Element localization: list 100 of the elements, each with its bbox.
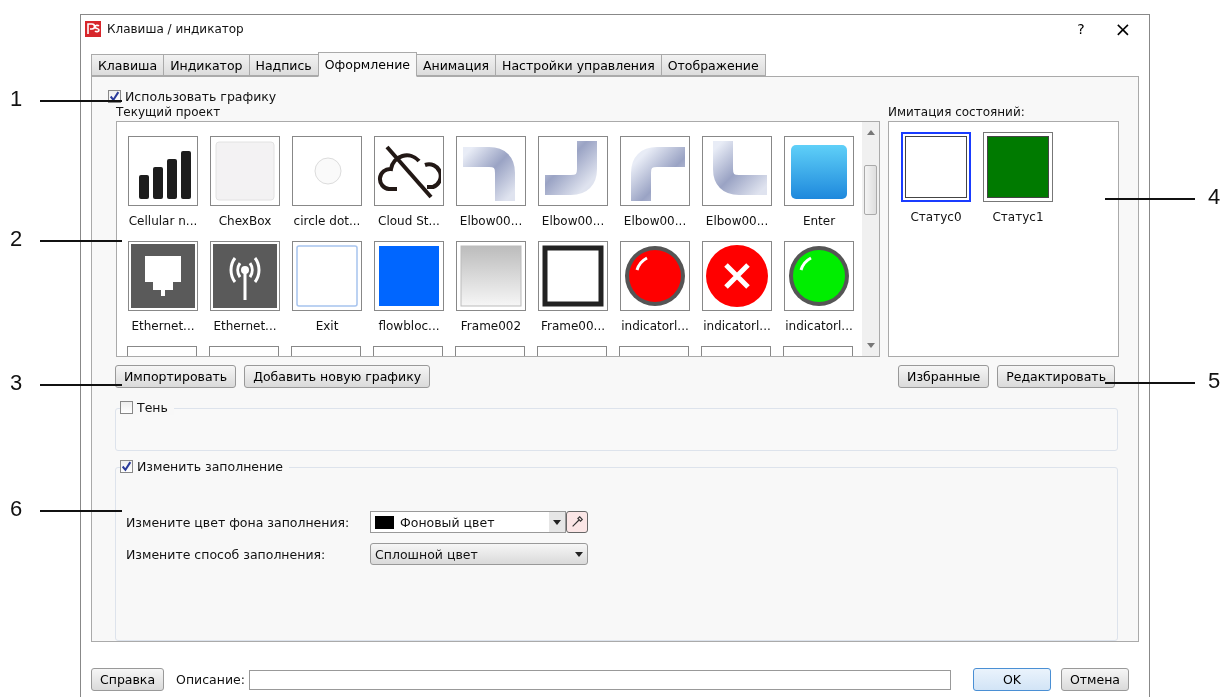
cloud-off-icon xyxy=(377,145,441,199)
ethernet-port-icon xyxy=(131,244,195,308)
tab[interactable]: Отображение xyxy=(660,54,766,76)
close-button[interactable]: × xyxy=(1105,16,1141,42)
rounded-square-icon xyxy=(791,145,847,199)
graphic-tile[interactable] xyxy=(537,346,607,356)
edit-button[interactable]: Редактировать xyxy=(997,365,1115,389)
graphic-tile[interactable] xyxy=(292,136,362,206)
tile-label: indicatorl... xyxy=(703,319,771,333)
gradient-frame-icon xyxy=(460,245,522,307)
tile-label: Elbow00... xyxy=(541,214,605,228)
favorites-button[interactable]: Избранные xyxy=(898,365,990,389)
help-button[interactable]: ? xyxy=(1063,20,1099,38)
tile-label: circle dot... xyxy=(293,214,361,228)
graphic-tile[interactable] xyxy=(210,136,280,206)
tile-label: Ethernet... xyxy=(131,319,195,333)
color-dropdown[interactable]: Фоновый цвет xyxy=(370,511,566,534)
graphic-tile[interactable] xyxy=(374,241,444,311)
scroll-thumb[interactable] xyxy=(864,165,877,215)
scrollbar[interactable] xyxy=(862,122,879,356)
circle-icon xyxy=(314,157,342,185)
graphic-tile[interactable] xyxy=(619,346,689,356)
callout-number: 3 xyxy=(10,370,23,396)
state-label: Статус0 xyxy=(910,210,962,224)
graphic-tile[interactable] xyxy=(702,136,772,206)
tile-label: flowbloc... xyxy=(378,319,440,333)
graphic-tile[interactable] xyxy=(620,241,690,311)
signal-bars-icon xyxy=(139,151,191,199)
callout-number: 6 xyxy=(10,496,23,522)
callout-number: 1 xyxy=(10,86,23,112)
tile-label: Elbow00... xyxy=(705,214,769,228)
graphic-tile[interactable] xyxy=(455,346,525,356)
tab[interactable]: Клавиша xyxy=(91,54,165,76)
dropdown-arrow-icon xyxy=(553,519,561,525)
checkbox[interactable] xyxy=(120,460,133,474)
callout-number: 5 xyxy=(1208,368,1221,394)
add-graphic-button[interactable]: Добавить новую графику xyxy=(244,365,431,389)
app-logo-icon xyxy=(85,21,101,37)
antenna-icon xyxy=(213,244,277,308)
dropdown-arrow-icon xyxy=(575,551,583,557)
field-label: Измените способ заполнения: xyxy=(126,546,327,562)
graphic-tile[interactable] xyxy=(701,346,771,356)
tile-label: Frame00... xyxy=(540,319,606,333)
graphic-tile[interactable] xyxy=(538,241,608,311)
tile-label: Elbow00... xyxy=(459,214,523,228)
description-field[interactable] xyxy=(248,669,951,690)
state-label: Статус1 xyxy=(992,210,1044,224)
tile-label: indicatorl... xyxy=(621,319,689,333)
tile-label: Frame002 xyxy=(460,319,522,333)
checkbox-label: Тень xyxy=(137,400,168,416)
checkbox[interactable] xyxy=(120,401,133,415)
callout-number: 4 xyxy=(1208,184,1221,210)
graphic-tile[interactable] xyxy=(620,136,690,206)
tab[interactable]: Надпись xyxy=(248,54,319,76)
tile-label: Elbow00... xyxy=(623,214,687,228)
blank-frame-icon xyxy=(296,245,358,307)
graphic-tile[interactable] xyxy=(374,136,444,206)
tab[interactable]: Анимация xyxy=(415,54,497,76)
help-button[interactable]: Справка xyxy=(91,668,165,691)
graphic-tile[interactable] xyxy=(292,241,362,311)
graphic-tile[interactable] xyxy=(128,136,198,206)
graphic-tile[interactable] xyxy=(783,346,853,356)
graphic-tile[interactable] xyxy=(291,346,361,356)
graphic-tile[interactable] xyxy=(210,241,280,311)
field-label: Измените цвет фона заполнения: xyxy=(126,514,351,530)
eyedropper-button[interactable] xyxy=(566,511,588,534)
tile-label: Cloud St... xyxy=(378,214,440,228)
checkbox-label: Изменить заполнение xyxy=(137,459,283,475)
ok-button[interactable]: OK xyxy=(972,668,1051,691)
pipe-elbow-icon xyxy=(713,141,767,195)
field-label: Описание: xyxy=(176,672,245,687)
graphic-tile[interactable] xyxy=(538,136,608,206)
fill-mode-dropdown[interactable]: Сплошной цвет xyxy=(370,543,588,566)
window-title: Клавиша / индикатор xyxy=(107,22,245,36)
indicator-lamp-icon xyxy=(625,246,685,306)
graphic-tile[interactable] xyxy=(128,241,198,311)
tab[interactable]: Оформление xyxy=(317,52,417,77)
graphic-tile[interactable] xyxy=(209,346,279,356)
graphic-tile[interactable] xyxy=(702,241,772,311)
section-label: Текущий проект xyxy=(116,105,222,119)
graphic-tile[interactable] xyxy=(127,346,197,356)
section-label: Имитация состояний: xyxy=(888,105,1026,119)
graphic-tile[interactable] xyxy=(373,346,443,356)
graphic-tile[interactable] xyxy=(784,136,854,206)
pipe-elbow-icon xyxy=(545,141,597,195)
indicator-lamp-icon xyxy=(789,246,849,306)
tab[interactable]: Индикатор xyxy=(163,54,250,76)
tab[interactable]: Настройки управления xyxy=(495,54,662,76)
graphic-tile[interactable] xyxy=(456,136,526,206)
tile-label: ChexBox xyxy=(218,214,272,228)
graphic-tile[interactable] xyxy=(456,241,526,311)
graphic-tile[interactable] xyxy=(784,241,854,311)
tile-label: Cellular n... xyxy=(128,214,198,228)
cancel-button[interactable]: Отмена xyxy=(1060,668,1130,691)
dark-frame-icon xyxy=(542,245,604,307)
import-button[interactable]: Импортировать xyxy=(115,365,237,389)
square-icon xyxy=(379,246,439,306)
pipe-elbow-icon xyxy=(463,147,515,201)
callout-number: 2 xyxy=(10,226,23,252)
tile-label: Ethernet... xyxy=(213,319,277,333)
